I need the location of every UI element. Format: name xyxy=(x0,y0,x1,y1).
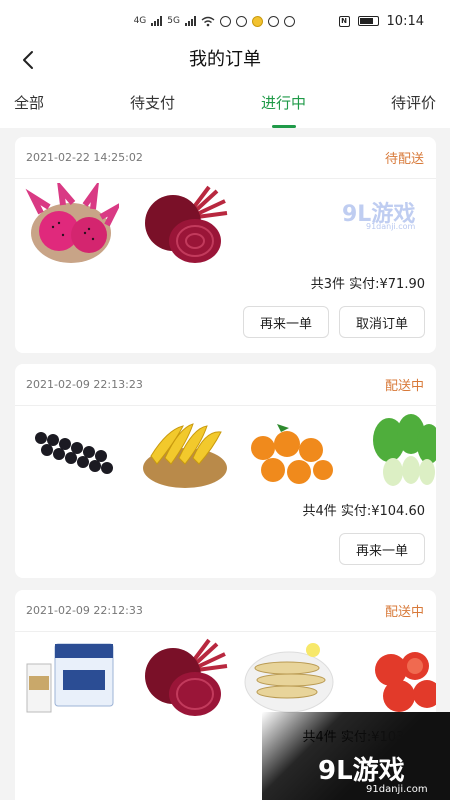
dragon-fruit-image xyxy=(25,183,119,263)
tab-pending-payment[interactable]: 待支付 xyxy=(130,92,175,113)
app-notification-icon xyxy=(251,15,263,27)
chevron-left-icon[interactable] xyxy=(18,49,40,71)
status-bar: 4G 5G N 10:14 xyxy=(0,0,450,42)
order-summary: 共3件 实付:¥71.90 xyxy=(310,277,425,292)
status-icons-left: 4G 5G xyxy=(0,15,339,27)
order-status: 待配送 xyxy=(384,152,424,167)
app-notification-icon xyxy=(283,15,295,27)
order-summary: 共4件 实付:¥104.60 xyxy=(302,504,425,519)
beetroot-image xyxy=(145,185,228,263)
milk-carton-image xyxy=(26,643,114,713)
network-5g-label: 5G xyxy=(167,16,180,26)
tab-in-progress[interactable]: 进行中 xyxy=(261,92,306,113)
order-status: 配送中 xyxy=(384,605,424,620)
watermark-logo-url: 91danji.com xyxy=(366,784,428,795)
nfc-icon: N xyxy=(338,15,350,27)
watermark-logo-url: 91danji.com xyxy=(366,222,416,231)
app-notification-icon xyxy=(267,15,279,27)
order-card[interactable]: 2021-02-22 14:25:02 待配送 共3件 实付:¥71.90 再来… xyxy=(15,137,436,353)
cancel-order-button[interactable]: 取消订单 xyxy=(338,306,425,338)
product-images[interactable] xyxy=(15,406,436,498)
reorder-button[interactable]: 再来一单 xyxy=(338,533,425,565)
watermark-banner: 9L游戏 91danji.com xyxy=(262,712,450,800)
tab-pending-review[interactable]: 待评价 xyxy=(391,92,436,113)
app-notification-icon xyxy=(219,15,231,27)
status-icons-right: N 10:14 xyxy=(338,13,424,29)
grapes-image xyxy=(35,432,113,474)
page-title: 我的订单 xyxy=(189,49,261,70)
active-tab-indicator xyxy=(272,125,296,128)
order-header: 2021-02-22 14:25:02 待配送 xyxy=(15,137,436,179)
order-tabs: 全部 待支付 进行中 待评价 xyxy=(0,78,450,128)
order-time: 2021-02-22 14:25:02 xyxy=(26,151,143,164)
app-notification-icon xyxy=(235,15,247,27)
order-card[interactable]: 2021-02-09 22:13:23 配送中 共4件 实付:¥104.60 再… xyxy=(15,364,436,578)
signal-icon xyxy=(151,16,163,26)
watermark-logo: 9L游戏 91danji.com xyxy=(338,196,438,236)
battery-icon xyxy=(357,16,379,26)
product-images[interactable] xyxy=(15,632,436,724)
status-time: 10:14 xyxy=(386,13,424,29)
fish-image xyxy=(244,643,334,713)
tab-all[interactable]: 全部 xyxy=(14,92,44,113)
wifi-icon xyxy=(201,16,215,26)
order-actions: 再来一单 取消订单 xyxy=(15,299,436,345)
beetroot-image xyxy=(145,638,228,716)
order-header: 2021-02-09 22:13:23 配送中 xyxy=(15,364,436,406)
bananas-image xyxy=(143,423,227,488)
bok-choy-image xyxy=(373,414,436,486)
order-actions: 再来一单 xyxy=(15,526,436,572)
order-header: 2021-02-09 22:12:33 配送中 xyxy=(15,590,436,632)
signal-icon xyxy=(184,16,196,26)
nav-header: 我的订单 xyxy=(0,42,450,78)
oranges-image xyxy=(251,424,333,484)
reorder-button[interactable]: 再来一单 xyxy=(242,306,329,338)
order-time: 2021-02-09 22:12:33 xyxy=(26,604,143,617)
tomatoes-image xyxy=(375,652,436,712)
network-4g-label: 4G xyxy=(133,16,147,26)
order-time: 2021-02-09 22:13:23 xyxy=(26,378,143,391)
watermark-logo-text: 9L游戏 xyxy=(318,756,405,786)
order-status: 配送中 xyxy=(384,379,424,394)
